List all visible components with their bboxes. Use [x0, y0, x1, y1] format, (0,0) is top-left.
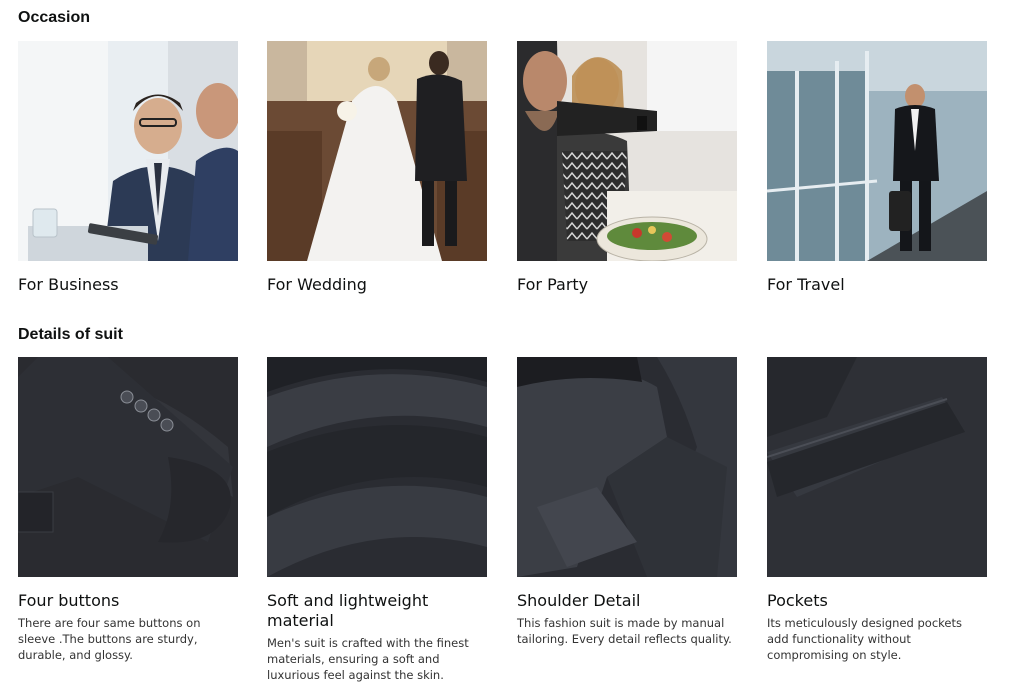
occasion-card-wedding[interactable]: For Wedding [267, 41, 487, 295]
business-photo[interactable] [18, 41, 238, 261]
fabric-photo[interactable] [267, 357, 487, 577]
detail-label-material: Soft and lightweight material [267, 591, 429, 630]
wedding-photo[interactable] [267, 41, 487, 261]
occasion-label-travel: For Travel [767, 275, 845, 294]
detail-card-buttons[interactable]: Four buttons There are four same buttons… [18, 357, 238, 663]
detail-desc-buttons: There are four same buttons on sleeve .T… [18, 616, 201, 662]
detail-label-shoulder: Shoulder Detail [517, 591, 641, 610]
details-heading: Details of suit [18, 326, 123, 343]
occasion-label-wedding: For Wedding [267, 275, 367, 294]
occasion-card-travel[interactable]: For Travel [767, 41, 987, 295]
detail-desc-material: Men's suit is crafted with the finest ma… [267, 636, 469, 682]
occasion-label-business: For Business [18, 275, 119, 294]
detail-card-shoulder[interactable]: Shoulder Detail This fashion suit is mad… [517, 357, 737, 647]
detail-card-material[interactable]: Soft and lightweight material Men's suit… [267, 357, 487, 683]
party-photo[interactable] [517, 41, 737, 261]
detail-desc-pockets: Its meticulously designed pockets add fu… [767, 616, 962, 662]
detail-card-pockets[interactable]: Pockets Its meticulously designed pocket… [767, 357, 987, 663]
detail-label-pockets: Pockets [767, 591, 828, 610]
travel-photo[interactable] [767, 41, 987, 261]
pocket-photo[interactable] [767, 357, 987, 577]
occasion-label-party: For Party [517, 275, 589, 294]
detail-desc-shoulder: This fashion suit is made by manual tail… [517, 616, 732, 646]
shoulder-photo[interactable] [517, 357, 737, 577]
occasion-card-business[interactable]: For Business [18, 41, 238, 295]
occasion-heading: Occasion [18, 9, 91, 26]
sleeve-buttons-photo[interactable] [18, 357, 238, 577]
detail-label-buttons: Four buttons [18, 591, 120, 610]
occasion-card-party[interactable]: For Party [517, 41, 737, 295]
